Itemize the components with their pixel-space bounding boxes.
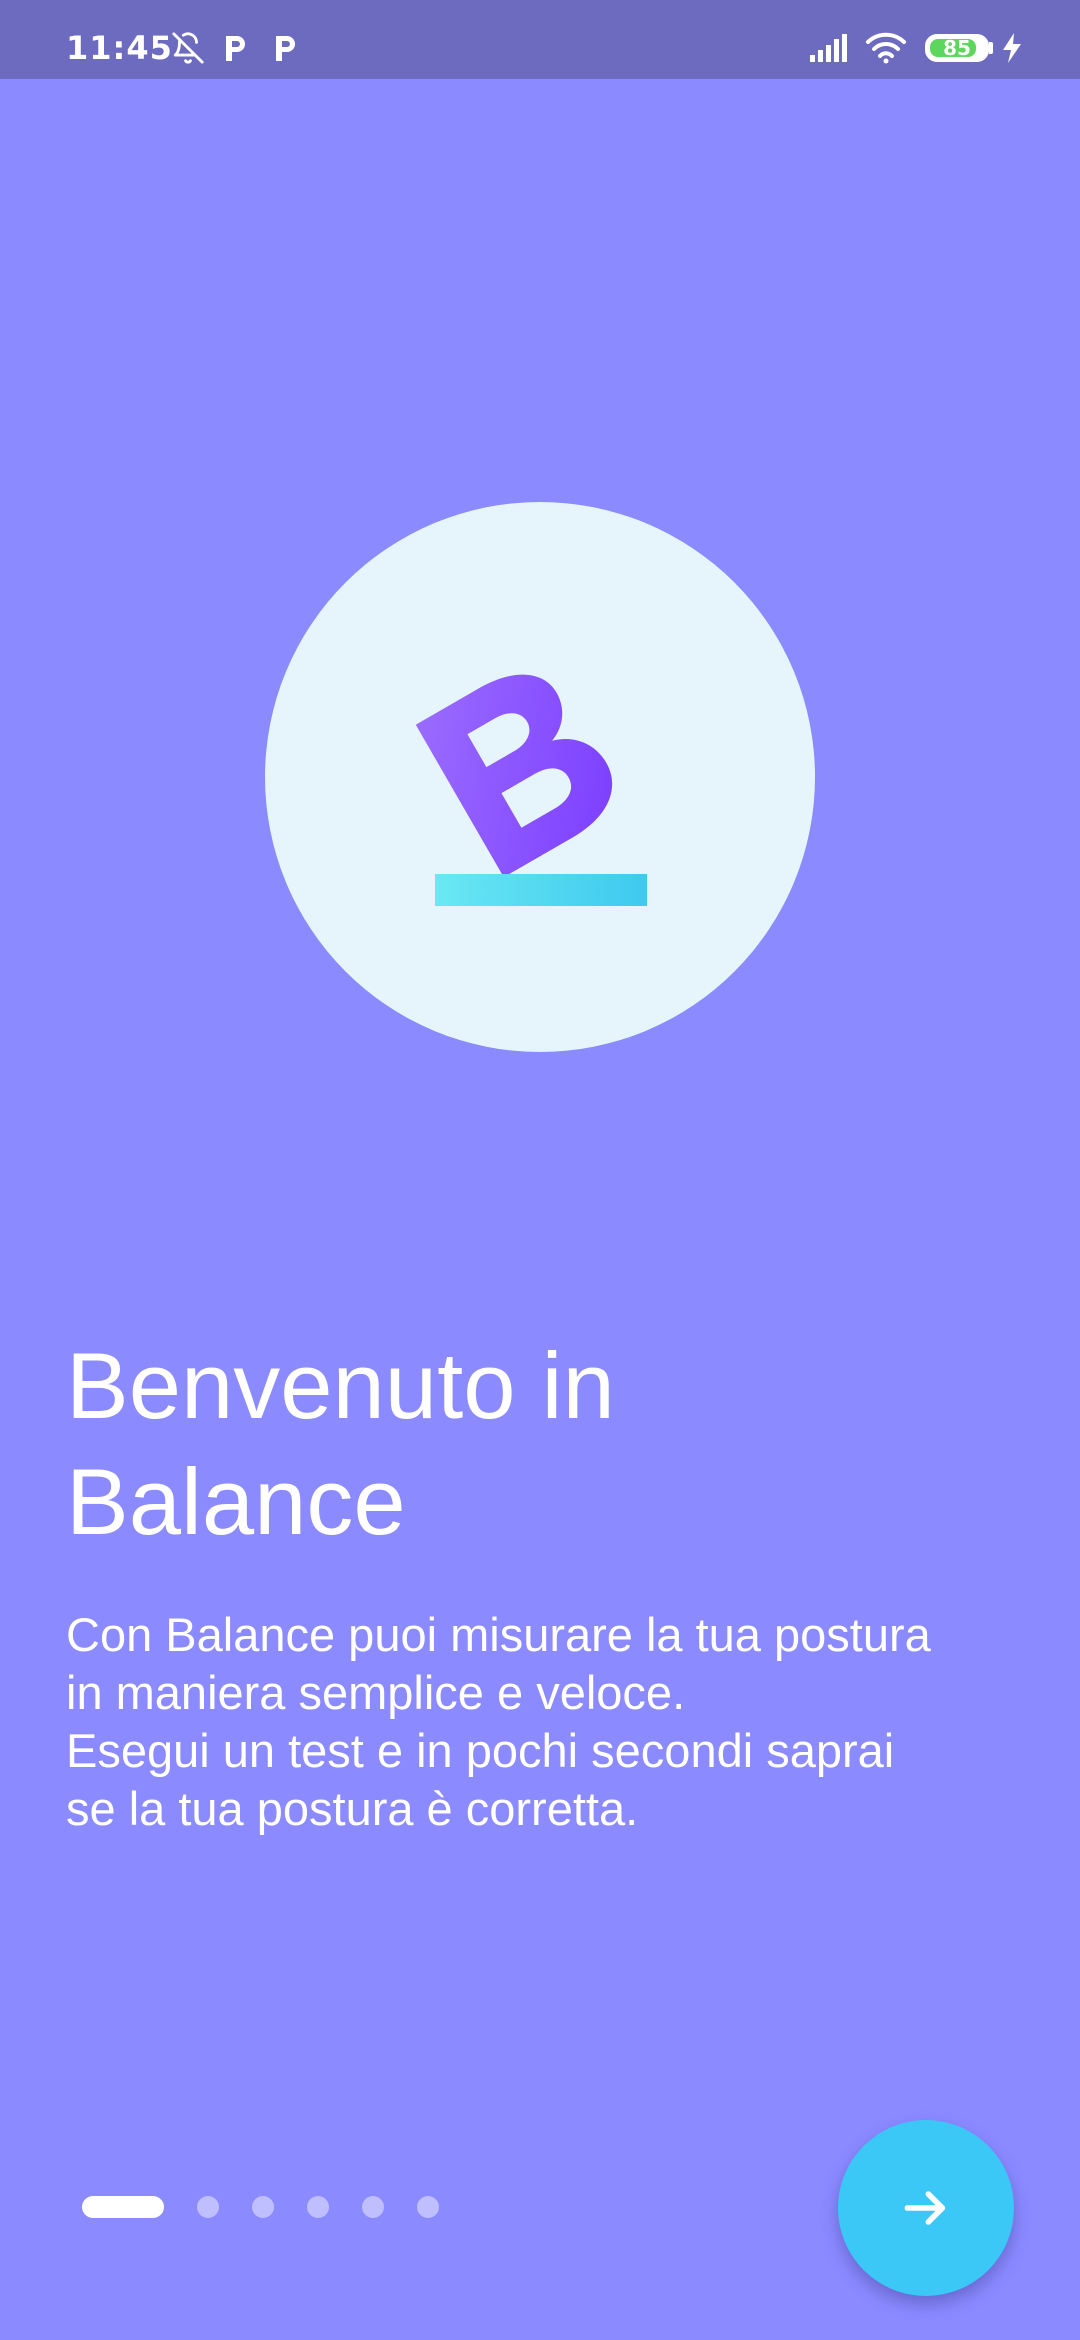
signal-icon [808,30,850,66]
status-time: 11:45 [66,29,173,67]
charging-bolt-icon [1000,30,1024,66]
logo-circle [265,502,815,1052]
page-dot [252,2196,274,2218]
balance-bar [435,874,647,906]
parking-app-icon [270,30,300,66]
parking-app-icon [220,30,250,66]
balance-b-logo-icon [415,674,647,906]
battery-level: 85 [943,36,971,60]
page-dot [307,2196,329,2218]
battery-tip [989,42,993,54]
page-dot-active [82,2196,164,2218]
page-dot [417,2196,439,2218]
wifi-icon [864,30,908,66]
welcome-title: Benvenuto in Balance [66,1333,615,1554]
page-dot [362,2196,384,2218]
next-button[interactable] [838,2120,1014,2296]
page-dot [197,2196,219,2218]
battery-icon: 85 [925,34,989,62]
page-indicator [82,2196,472,2218]
bell-off-icon [170,30,206,66]
status-bar: 11:45 85 [0,0,1080,79]
welcome-description: Con Balance puoi misurare la tua postura… [66,1608,931,1835]
arrow-right-icon [898,2180,954,2236]
